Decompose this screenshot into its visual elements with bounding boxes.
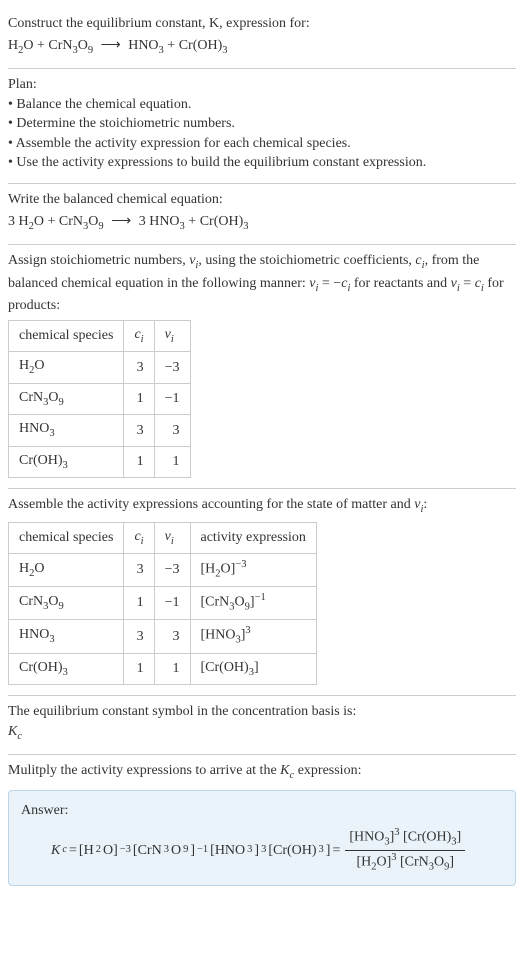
table-row: HNO3 3 3 [HNO3]3: [9, 620, 317, 653]
unbalanced-equation: H2O + CrN3O9 ⟶ HNO3 + Cr(OH)3: [8, 36, 516, 58]
fraction-bottom: [H2O]3 [CrN3O9]: [345, 851, 465, 875]
plan-title: Plan:: [8, 75, 516, 95]
plan-bullet: • Use the activity expressions to build …: [8, 153, 516, 173]
table-header-row: chemical species ci νi: [9, 320, 191, 351]
table-row: Cr(OH)3 1 1 [Cr(OH)3]: [9, 653, 317, 684]
answer-section: Mulitply the activity expressions to arr…: [8, 755, 516, 896]
balanced-section: Write the balanced chemical equation: 3 …: [8, 184, 516, 245]
stoich-table: chemical species ci νi H2O 3 −3 CrN3O9 1…: [8, 320, 191, 478]
plan-bullet: • Assemble the activity expression for e…: [8, 134, 516, 154]
stoich-text: Assign stoichiometric numbers, νi, using…: [8, 251, 516, 316]
plan-bullet: • Determine the stoichiometric numbers.: [8, 114, 516, 134]
answer-label: Answer:: [21, 801, 503, 821]
answer-equation: Kc = [H2O]−3 [CrN3O9]−1 [HNO3]3 [Cr(OH)3…: [21, 826, 503, 875]
arrow-icon: ⟶: [97, 38, 125, 53]
fraction-top: [HNO3]3 [Cr(OH)3]: [345, 826, 465, 851]
col-nu: νi: [154, 320, 190, 351]
col-c: ci: [124, 320, 154, 351]
plan-bullet: • Balance the chemical equation.: [8, 95, 516, 115]
fraction: [HNO3]3 [Cr(OH)3] [H2O]3 [CrN3O9]: [345, 826, 465, 875]
stoich-section: Assign stoichiometric numbers, νi, using…: [8, 245, 516, 489]
arrow-icon: ⟶: [107, 214, 135, 229]
table-row: CrN3O9 1 −1: [9, 383, 191, 414]
table-header-row: chemical species ci νi activity expressi…: [9, 522, 317, 553]
kc-symbol-text: The equilibrium constant symbol in the c…: [8, 702, 516, 722]
balanced-equation: 3 H2O + CrN3O9 ⟶ 3 HNO3 + Cr(OH)3: [8, 212, 516, 234]
table-row: HNO3 3 3: [9, 415, 191, 446]
activity-text: Assemble the activity expressions accoun…: [8, 495, 516, 517]
kc-symbol: Kc: [8, 722, 516, 744]
multiply-text: Mulitply the activity expressions to arr…: [8, 761, 516, 783]
intro-section: Construct the equilibrium constant, K, e…: [8, 8, 516, 69]
table-row: CrN3O9 1 −1 [CrN3O9]−1: [9, 587, 317, 620]
balanced-title: Write the balanced chemical equation:: [8, 190, 516, 210]
intro-text: Construct the equilibrium constant, K, e…: [8, 14, 516, 34]
col-species: chemical species: [9, 320, 124, 351]
intro-line1: Construct the equilibrium constant, K, e…: [8, 16, 310, 31]
plan-section: Plan: • Balance the chemical equation. •…: [8, 69, 516, 184]
table-row: Cr(OH)3 1 1: [9, 446, 191, 477]
activity-section: Assemble the activity expressions accoun…: [8, 489, 516, 696]
activity-table: chemical species ci νi activity expressi…: [8, 522, 317, 685]
kc-symbol-section: The equilibrium constant symbol in the c…: [8, 696, 516, 755]
table-row: H2O 3 −3: [9, 352, 191, 383]
answer-box: Answer: Kc = [H2O]−3 [CrN3O9]−1 [HNO3]3 …: [8, 790, 516, 887]
table-row: H2O 3 −3 [H2O]−3: [9, 554, 317, 587]
